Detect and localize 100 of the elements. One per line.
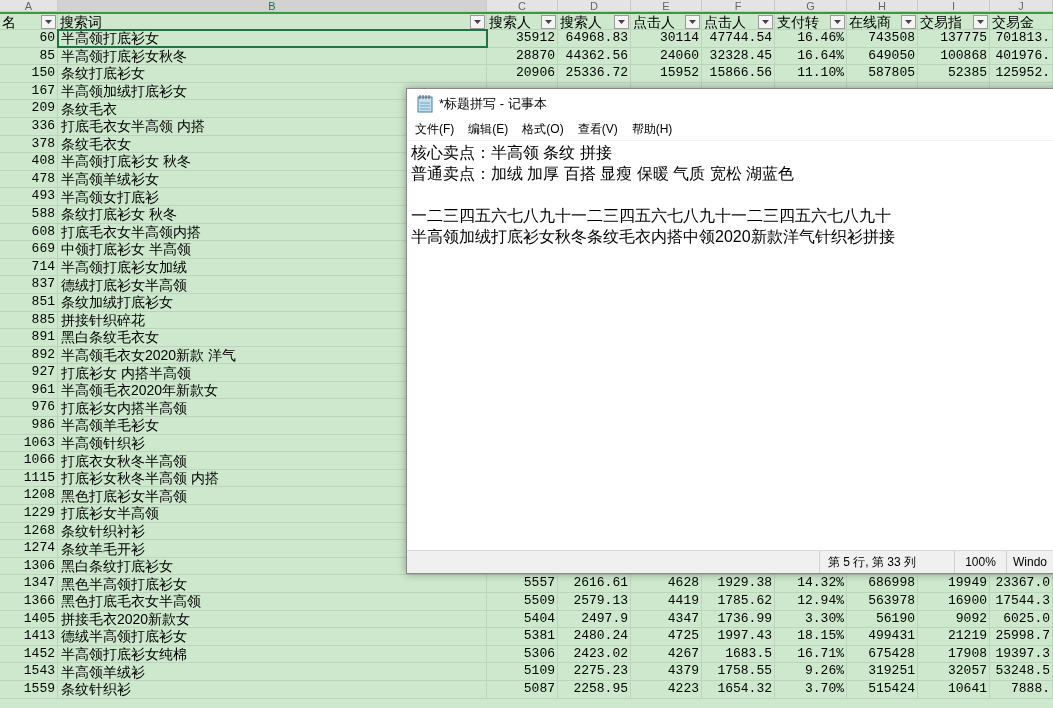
keyword-cell: 黑色半高领打底衫女 — [61, 575, 187, 592]
number-cell: 44362.56 — [565, 47, 628, 65]
keyword-cell: 条纹毛衣 — [61, 100, 117, 117]
text-area[interactable]: 核心卖点：半高领 条纹 拼接 普通卖点：加绒 加厚 百搭 显瘦 保暖 气质 宽松 湖蓝色 一二三四五六七八九十一二三四五六七八九十一二三四五六七八九十 半高领加绒打底衫女秋冬条纹毛衣内搭中领2020新款洋气针织衫拼接 — [407, 141, 1053, 550]
number-cell: 32328.45 — [709, 47, 772, 65]
keyword-cell: 黑白条纹打底衫女 — [61, 558, 173, 575]
number-cell: 701813. — [995, 30, 1050, 47]
number-cell: 5381 — [523, 628, 555, 645]
keyword-cell: 半高领毛衣女2020新款 洋气 — [61, 347, 237, 363]
rank-cell: 608 — [31, 223, 55, 241]
column-letter[interactable]: H — [878, 0, 886, 11]
text-line: 一二三四五六七八九十一二三四五六七八九十一二三四五六七八九十 — [411, 206, 892, 226]
number-cell: 2616.61 — [573, 575, 628, 592]
keyword-cell: 黑白条纹毛衣女 — [61, 329, 159, 346]
number-cell: 10641 — [948, 680, 987, 698]
number-cell: 1736.99 — [717, 610, 772, 628]
column-header: 在线商 — [849, 14, 891, 29]
filter-button[interactable] — [41, 14, 56, 29]
number-cell: 3.30% — [805, 610, 844, 628]
number-cell: 18.15% — [797, 628, 844, 645]
number-cell: 1785.62 — [717, 593, 772, 610]
number-cell: 11.10% — [797, 65, 844, 82]
filter-button[interactable] — [685, 14, 700, 29]
rank-cell: 408 — [31, 153, 55, 170]
column-letter[interactable]: G — [806, 0, 815, 11]
number-cell: 2497.9 — [581, 610, 628, 628]
column-letter[interactable]: F — [734, 0, 742, 11]
text-line: 半高领加绒打底衫女秋冬条纹毛衣内搭中领2020新款洋气针织衫拼接 — [411, 227, 896, 247]
filter-button[interactable] — [901, 14, 916, 29]
menu-item[interactable]: 帮助(H) — [625, 119, 679, 139]
number-cell: 4267 — [667, 645, 699, 663]
rank-cell: 1366 — [23, 593, 55, 610]
notepad-icon — [417, 94, 433, 113]
rank-cell: 892 — [31, 346, 55, 364]
number-cell: 401976. — [995, 47, 1050, 65]
keyword-cell: 条纹毛衣女 — [61, 135, 131, 152]
column-header: 交易金 — [992, 14, 1034, 29]
keyword-cell: 半高领女打底衫 — [61, 188, 159, 205]
filter-button[interactable] — [470, 14, 485, 29]
column-letter[interactable]: E — [662, 0, 670, 11]
zoom-level: 100% — [965, 554, 996, 571]
column-letter[interactable]: B — [268, 0, 276, 11]
column-header: 搜索人 — [560, 14, 602, 29]
menu-item[interactable]: 文件(F) — [409, 119, 461, 139]
rank-cell: 85 — [39, 47, 55, 65]
rank-cell: 961 — [31, 381, 55, 399]
keyword-cell: 半高领羊毛衫女 — [61, 417, 159, 434]
keyword-cell: 打底衣女秋冬半高领 — [61, 452, 187, 469]
keyword-cell: 拼接毛衣2020新款女 — [61, 610, 191, 627]
column-letter[interactable]: A — [24, 0, 33, 11]
keyword-cell: 打底衫女内搭半高领 — [61, 399, 187, 416]
menu-item[interactable]: 查看(V) — [571, 119, 624, 139]
keyword-cell: 半高领针织衫 — [61, 434, 145, 451]
number-cell: 2423.02 — [573, 645, 628, 663]
text-line: 核心卖点：半高领 条纹 拼接 — [411, 143, 613, 163]
keyword-cell: 中领打底衫女 半高领 — [61, 241, 191, 258]
filter-button[interactable] — [541, 14, 556, 29]
column-letter[interactable]: D — [590, 0, 598, 11]
caret-icon — [905, 19, 912, 24]
filter-button[interactable] — [830, 14, 845, 29]
rank-cell: 1559 — [23, 680, 55, 698]
number-cell: 1758.55 — [717, 663, 772, 680]
column-letter[interactable]: C — [518, 0, 526, 11]
column-letter[interactable]: J — [1018, 0, 1024, 11]
number-cell: 16900 — [948, 593, 987, 610]
caret-icon — [474, 19, 481, 24]
rank-cell: 1229 — [23, 505, 55, 522]
keyword-cell: 打底毛衣女半高领内搭 — [61, 223, 201, 240]
number-cell: 47744.54 — [709, 30, 772, 47]
caret-icon — [977, 19, 984, 24]
caret-icon — [834, 19, 841, 24]
number-cell: 9092 — [955, 610, 987, 628]
menu-item[interactable]: 格式(O) — [516, 119, 570, 139]
column-header: 点击人 — [633, 14, 675, 29]
rank-cell: 336 — [31, 117, 55, 135]
rank-cell: 837 — [31, 276, 55, 293]
number-cell: 5557 — [523, 575, 555, 592]
keyword-cell: 半高领打底衫女加绒 — [61, 259, 187, 275]
filter-button[interactable] — [614, 14, 629, 29]
number-cell: 5404 — [523, 610, 555, 628]
number-cell: 686998 — [868, 575, 915, 592]
column-header: 名 — [2, 14, 16, 29]
rank-cell: 1306 — [23, 557, 55, 575]
number-cell: 6025.0 — [1003, 610, 1050, 628]
number-cell: 499431 — [868, 628, 915, 645]
filter-button[interactable] — [973, 14, 988, 29]
number-cell: 5087 — [523, 680, 555, 698]
number-cell: 2258.95 — [573, 680, 628, 698]
number-cell: 5306 — [523, 645, 555, 663]
number-cell: 25998.7 — [995, 628, 1050, 645]
column-header: 搜索人 — [489, 14, 531, 29]
number-cell: 28870 — [516, 47, 555, 65]
menu-item[interactable]: 编辑(E) — [462, 119, 515, 139]
filter-button[interactable] — [758, 14, 773, 29]
rank-cell: 209 — [31, 100, 55, 117]
rank-cell: 1268 — [23, 522, 55, 540]
column-header: 点击人 — [704, 14, 746, 29]
number-cell: 32057 — [948, 663, 987, 680]
column-letter[interactable]: I — [951, 0, 956, 11]
number-cell: 1683.5 — [725, 645, 772, 663]
